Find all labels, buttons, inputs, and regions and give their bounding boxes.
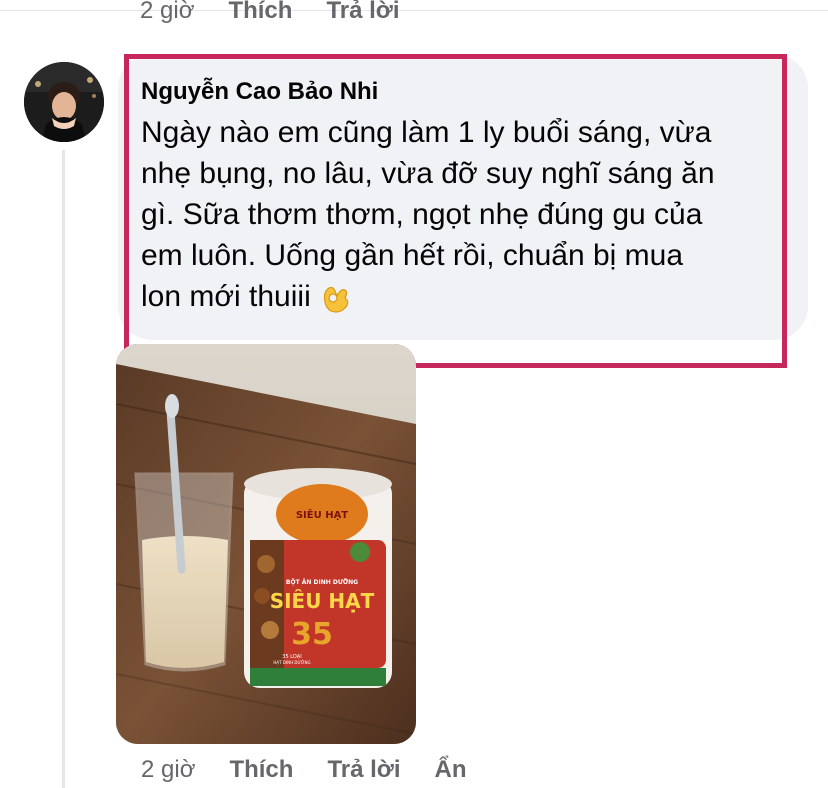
comment-time[interactable]: 2 giờ	[141, 756, 195, 784]
can-main-label: SIÊU HẠT	[270, 589, 375, 613]
avatar[interactable]	[24, 62, 104, 142]
previous-comment-time[interactable]: 2 giờ	[140, 0, 194, 25]
reply-button[interactable]: Trả lời	[327, 756, 400, 784]
thread-line	[62, 150, 65, 788]
previous-comment-actions: 2 giờ Thích Trả lời	[140, 0, 400, 28]
comment-text: Ngày nào em cũng làm 1 ly buổi sáng, vừa…	[141, 112, 777, 317]
top-divider	[0, 10, 828, 11]
like-button[interactable]: Thích	[229, 756, 293, 784]
avatar-photo	[24, 62, 104, 142]
comment-body: Ngày nào em cũng làm 1 ly buổi sáng, vừa…	[141, 116, 715, 313]
comment-actions: 2 giờ Thích Trả lời Ẩn	[141, 752, 467, 788]
can-top-label: SIÊU HẠT	[296, 508, 348, 521]
can-sub-label: BỘT ĂN DINH DƯỠNG	[286, 579, 358, 586]
previous-like-button[interactable]: Thích	[228, 0, 292, 25]
can-number: 35	[291, 617, 333, 652]
comment-author[interactable]: Nguyễn Cao Bảo Nhi	[141, 78, 378, 106]
comment-photo[interactable]: SIÊU HẠT BỘT ĂN DINH DƯỠNG SIÊU HẠT 35 3…	[116, 344, 416, 744]
previous-reply-button[interactable]: Trả lời	[326, 0, 399, 25]
hide-button[interactable]: Ẩn	[435, 756, 467, 784]
product-photo: SIÊU HẠT BỘT ĂN DINH DƯỠNG SIÊU HẠT 35 3…	[116, 344, 416, 744]
ok-hand-icon	[323, 286, 348, 313]
can-small-label-2: HẠT DINH DƯỠNG	[273, 660, 310, 665]
